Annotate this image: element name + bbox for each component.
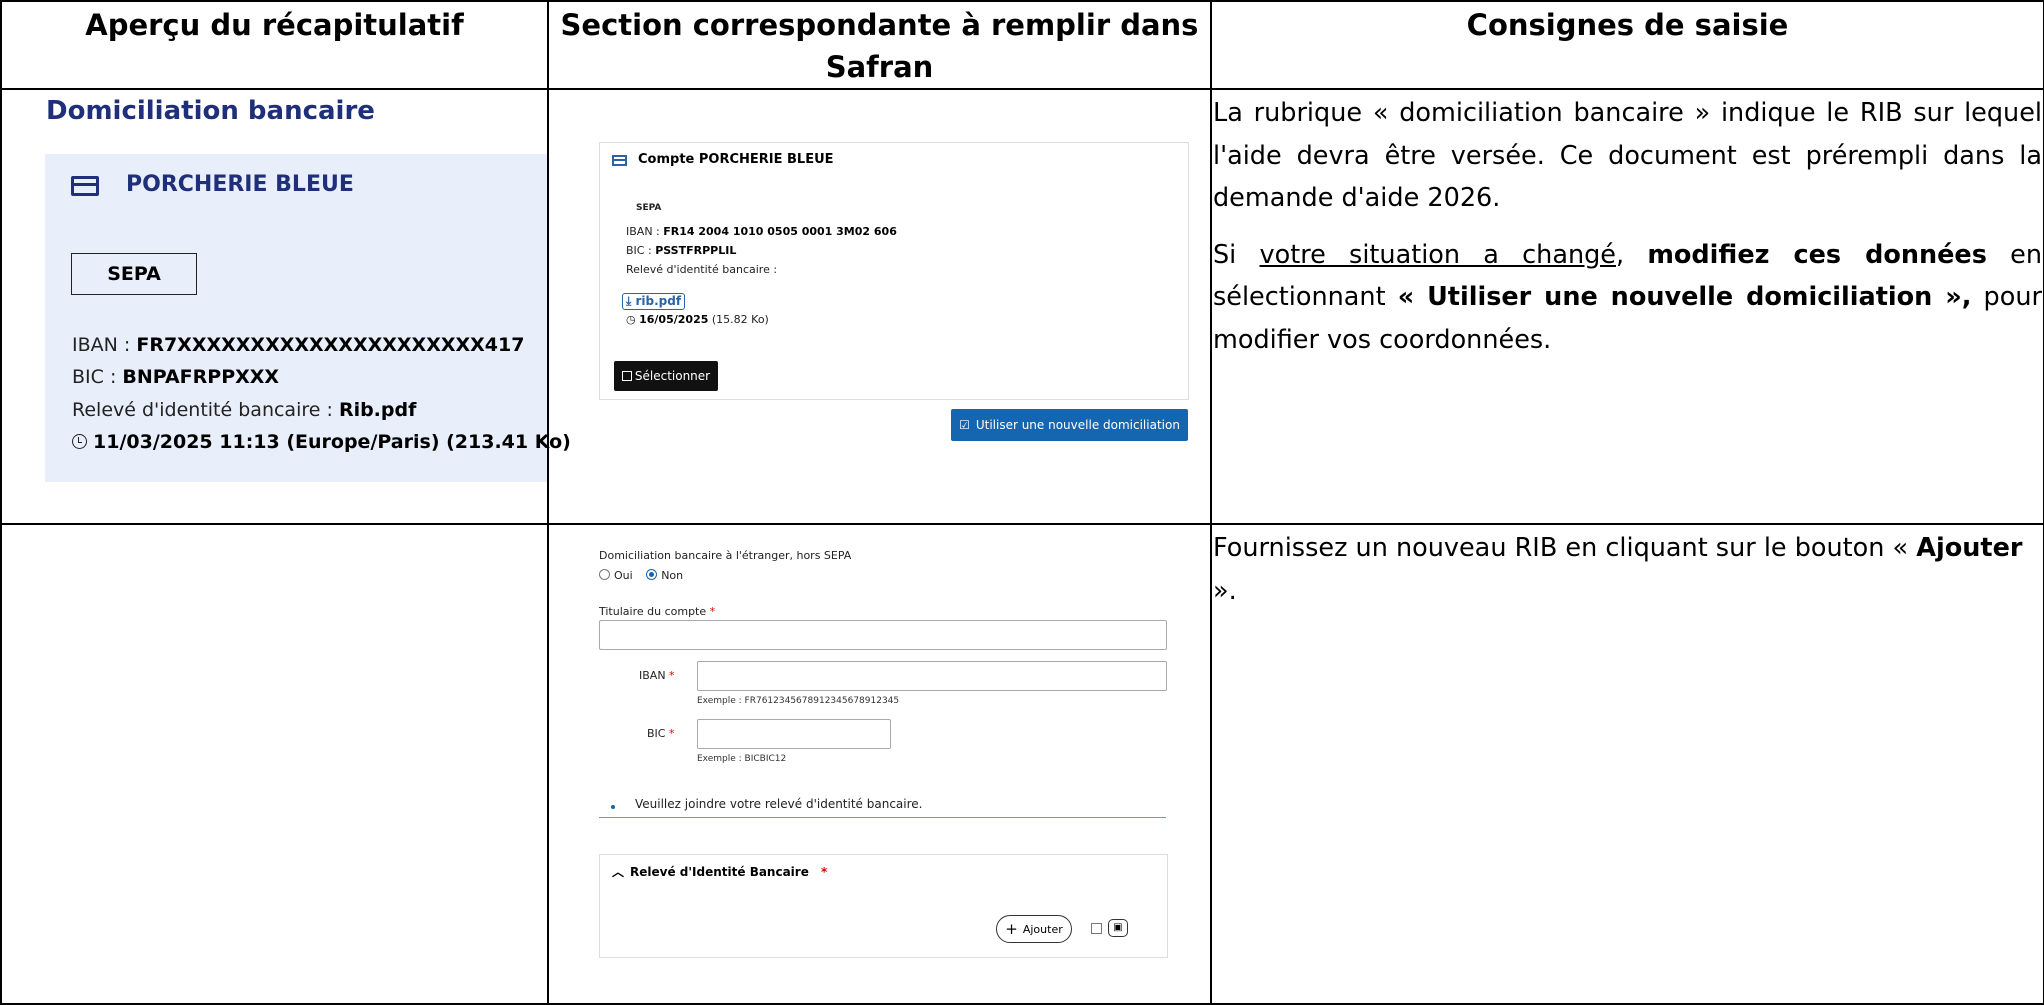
rib-upload-panel: ︿ Relevé d'Identité Bancaire * + Ajouter ▣: [599, 854, 1168, 958]
account-iban: IBAN : FR14 2004 1010 0505 0001 3M02 606: [626, 225, 897, 238]
empty-recap-cell: [0, 523, 549, 1005]
account-card: Compte PORCHERIE BLEUE SEPA IBAN : FR14 …: [599, 142, 1189, 400]
safran-form-cell: Domiciliation bancaire à l'étranger, hor…: [547, 523, 1212, 1005]
header-recap: Aperçu du récapitulatif: [0, 0, 549, 90]
checkbox-icon: [621, 371, 632, 381]
add-button[interactable]: + Ajouter: [996, 915, 1072, 943]
bic-label: BIC *: [647, 727, 675, 740]
rib-notice: Veuillez joindre votre relevé d'identité…: [599, 795, 1166, 818]
holder-label: Titulaire du compte *: [599, 605, 716, 618]
instruction-table: Aperçu du récapitulatif Section correspo…: [0, 0, 2044, 1005]
account-sepa: SEPA: [636, 203, 662, 213]
recap-rib: Relevé d'identité bancaire : Rib.pdf: [72, 399, 417, 421]
account-title: Compte PORCHERIE BLEUE: [638, 152, 834, 167]
chevron-up-icon: ︿: [612, 865, 625, 879]
rib-panel-header[interactable]: ︿ Relevé d'Identité Bancaire *: [612, 863, 827, 880]
sepa-badge: SEPA: [71, 253, 197, 295]
recap-bic: BIC : BNPAFRPPXXX: [72, 366, 280, 388]
instructions-cell-2: Fournissez un nouveau RIB en cliquant su…: [1210, 523, 2044, 1005]
credit-card-icon: [71, 176, 99, 196]
recap-box: PORCHERIE BLEUE SEPA IBAN : FR7XXXXXXXXX…: [45, 154, 571, 482]
new-domiciliation-button[interactable]: ☑ Utiliser une nouvelle domiciliation: [951, 409, 1188, 441]
recap-iban: IBAN : FR7XXXXXXXXXXXXXXXXXXXXX417: [72, 334, 525, 356]
account-bic: BIC : PSSTFRPPLIL: [626, 244, 737, 257]
header-instructions: Consignes de saisie: [1210, 0, 2044, 90]
instructions-cell-1: La rubrique « domiciliation bancaire » i…: [1210, 88, 2044, 525]
iban-input[interactable]: [697, 661, 1167, 691]
instruction-paragraph-2: Si votre situation a changé, modifiez ce…: [1213, 239, 2043, 355]
plus-icon: +: [1005, 920, 1018, 938]
holder-input[interactable]: [599, 620, 1167, 650]
instruction-paragraph-3: Fournissez un nouveau RIB en cliquant su…: [1213, 533, 2023, 606]
clock-icon: ◷: [626, 313, 636, 326]
safran-account-cell: Compte PORCHERIE BLEUE SEPA IBAN : FR14 …: [547, 88, 1212, 525]
radio-oui[interactable]: [599, 569, 610, 580]
recap-date: 11/03/2025 11:13 (Europe/Paris) (213.41 …: [72, 431, 571, 453]
recap-owner: PORCHERIE BLEUE: [126, 172, 354, 197]
bic-input[interactable]: [697, 719, 891, 749]
recap-cell: Domiciliation bancaire PORCHERIE BLEUE S…: [0, 88, 571, 525]
select-checkbox[interactable]: [1091, 923, 1102, 934]
account-rib-label: Relevé d'identité bancaire :: [626, 263, 778, 276]
instruction-paragraph-1: La rubrique « domiciliation bancaire » i…: [1213, 98, 2042, 213]
bic-hint: Exemple : BICBIC12: [697, 754, 787, 764]
check-square-icon: ☑: [959, 418, 970, 432]
recap-title: Domiciliation bancaire: [46, 96, 375, 126]
account-rib-date: ◷ 16/05/2025 (15.82 Ko): [626, 313, 769, 326]
iban-hint: Exemple : FR7612345678912345678912345: [697, 696, 900, 706]
rib-download-link[interactable]: ⤓ rib.pdf: [622, 293, 686, 310]
iban-label: IBAN *: [639, 669, 675, 682]
foreign-label: Domiciliation bancaire à l'étranger, hor…: [599, 549, 852, 562]
bullet-icon: [611, 805, 615, 809]
instructions-text-2: Fournissez un nouveau RIB en cliquant su…: [1213, 527, 2042, 626]
credit-card-icon: [612, 155, 627, 166]
instructions-text-1: La rubrique « domiciliation bancaire » i…: [1213, 92, 2042, 375]
select-button[interactable]: Sélectionner: [614, 361, 718, 391]
scanner-icon[interactable]: ▣: [1108, 919, 1128, 937]
radio-non[interactable]: [646, 569, 658, 580]
clock-icon: [72, 434, 87, 449]
foreign-radio-group: Oui Non: [599, 569, 683, 582]
header-safran: Section correspondante à remplir dans Sa…: [547, 0, 1212, 90]
